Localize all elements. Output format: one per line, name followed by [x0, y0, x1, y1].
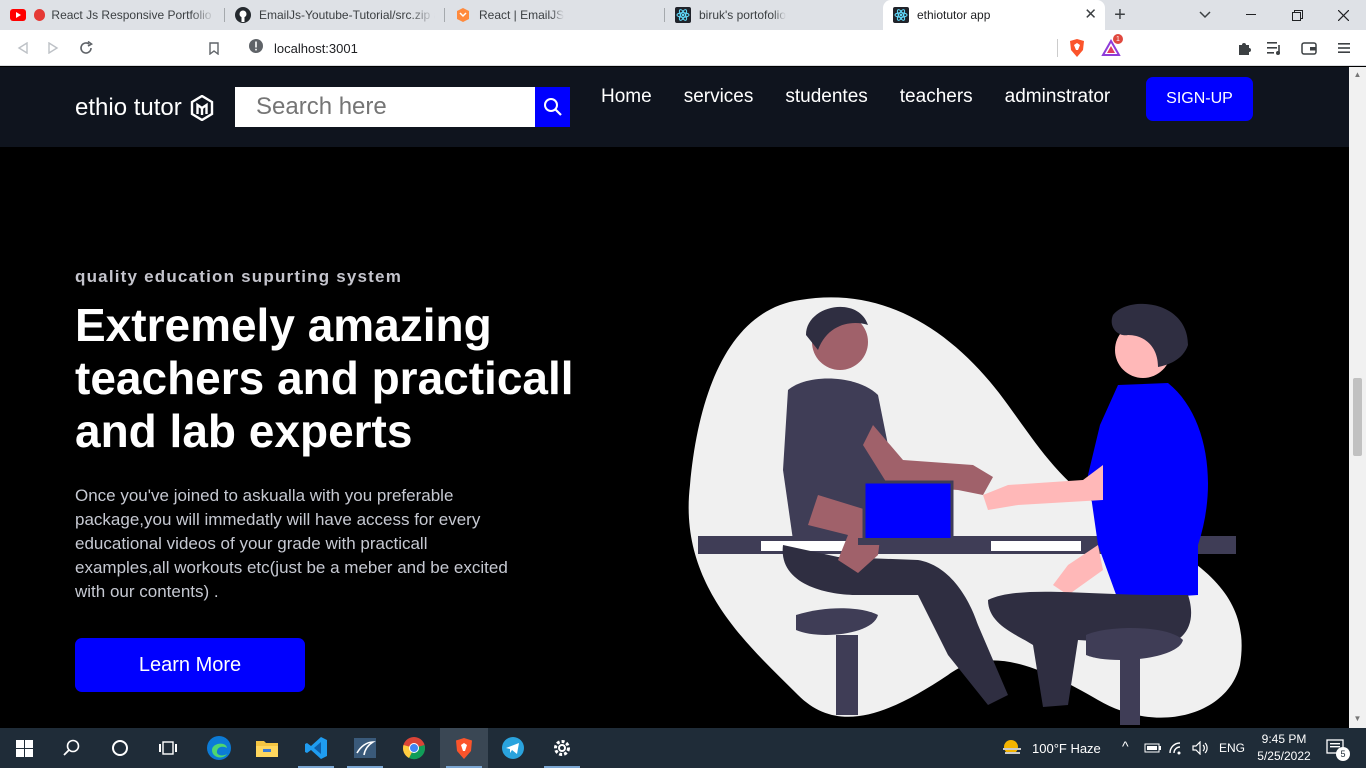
edge-icon[interactable]	[195, 728, 243, 768]
scroll-down-arrow-icon[interactable]: ▼	[1353, 714, 1362, 723]
nav-link-teachers[interactable]: teachers	[900, 87, 973, 107]
notification-center-icon[interactable]: 5	[1318, 728, 1354, 768]
mysql-workbench-icon[interactable]	[341, 728, 389, 768]
new-tab-button[interactable]: +	[1105, 0, 1135, 30]
search-button[interactable]	[535, 87, 570, 127]
windows-logo-icon	[15, 739, 33, 757]
reload-button[interactable]	[76, 38, 96, 58]
language-indicator[interactable]: ENG	[1219, 741, 1245, 755]
omnibox-divider	[1057, 39, 1058, 57]
github-icon	[235, 7, 251, 23]
nav-link-services[interactable]: services	[684, 87, 754, 107]
minimize-button[interactable]	[1228, 0, 1274, 30]
scroll-thumb[interactable]	[1353, 378, 1362, 456]
browser-toolbar: localhost:3001 1	[0, 30, 1366, 66]
tab-title: React | EmailJS	[479, 8, 565, 22]
browser-tab[interactable]: EmailJs-Youtube-Tutorial/src.zip at	[225, 0, 445, 30]
page-scrollbar[interactable]: ▲ ▼	[1349, 67, 1366, 728]
browser-tab-strip: React Js Responsive Portfolio w EmailJs-…	[0, 0, 1366, 30]
address-bar[interactable]: localhost:3001	[238, 34, 1058, 62]
notification-count-badge: 5	[1336, 747, 1350, 761]
windows-taskbar: 100°F Haze ^ ENG 9:45 PM 5/25/2022 5	[0, 728, 1366, 768]
browser-tab-active[interactable]: ethiotutor app ✕	[883, 0, 1105, 30]
settings-gear-icon[interactable]	[538, 728, 586, 768]
forward-button[interactable]	[44, 38, 64, 58]
tab-title: biruk's portofolio	[699, 8, 786, 22]
hero-description: Once you've joined to askualla with you …	[75, 486, 508, 601]
page-viewport: ethio tutor Home services studentes teac…	[0, 67, 1349, 728]
recording-dot-icon	[34, 9, 46, 21]
battery-icon[interactable]	[1142, 728, 1164, 768]
signup-button[interactable]: SIGN-UP	[1146, 77, 1253, 121]
hero-section: quality education supurting system Extre…	[0, 147, 1349, 728]
brave-rewards-icon[interactable]: 1	[1101, 34, 1123, 58]
tab-search-icon[interactable]	[1182, 0, 1228, 30]
playlist-icon[interactable]	[1265, 38, 1285, 58]
close-tab-icon[interactable]: ✕	[1084, 7, 1097, 23]
tab-title: React Js Responsive Portfolio w	[51, 8, 215, 22]
extensions-icon[interactable]	[1234, 38, 1254, 58]
wallet-icon[interactable]	[1299, 38, 1319, 58]
logo-icon	[190, 95, 213, 121]
hero-eyebrow: quality education supurting system	[75, 267, 403, 286]
brave-shields-icon[interactable]	[1067, 38, 1087, 58]
browser-tab[interactable]: biruk's portofolio	[665, 0, 883, 30]
search-taskbar-icon[interactable]	[48, 728, 96, 768]
close-window-button[interactable]	[1320, 0, 1366, 30]
rewards-badge: 1	[1113, 34, 1123, 44]
nav-link-home[interactable]: Home	[601, 87, 652, 107]
tab-title: ethiotutor app	[917, 8, 991, 22]
search-input[interactable]	[235, 87, 535, 127]
nav-link-administrator[interactable]: adminstrator	[1005, 87, 1111, 107]
clock-date[interactable]: 5/25/2022	[1254, 749, 1314, 763]
illustration-laptop	[862, 480, 954, 542]
menu-icon[interactable]	[1334, 38, 1354, 58]
cortana-icon[interactable]	[96, 728, 144, 768]
nav-link-students[interactable]: studentes	[785, 87, 867, 107]
telegram-icon[interactable]	[489, 728, 537, 768]
back-button[interactable]	[12, 38, 32, 58]
vscode-icon[interactable]	[292, 728, 340, 768]
browser-tab[interactable]: React | EmailJS	[445, 0, 665, 30]
start-button[interactable]	[0, 728, 48, 768]
search-icon	[543, 98, 562, 116]
hero-headline: Extremely amazing teachers and practical…	[75, 299, 574, 457]
emailjs-icon	[455, 7, 471, 23]
show-hidden-icons-chevron-icon[interactable]: ^	[1122, 738, 1129, 754]
volume-icon[interactable]	[1190, 728, 1212, 768]
react-icon	[893, 7, 909, 23]
handshake-illustration	[688, 297, 1242, 725]
youtube-icon	[10, 7, 26, 23]
restore-button[interactable]	[1274, 0, 1320, 30]
tab-title: EmailJs-Youtube-Tutorial/src.zip at	[259, 8, 435, 22]
clock-time[interactable]: 9:45 PM	[1258, 732, 1310, 746]
brave-browser-icon[interactable]	[440, 728, 488, 768]
logo-text: ethio tutor	[75, 94, 182, 121]
site-navbar: ethio tutor Home services studentes teac…	[0, 67, 1349, 147]
wifi-icon[interactable]	[1166, 728, 1188, 768]
url-text: localhost:3001	[274, 40, 358, 56]
weather-haze-icon[interactable]	[998, 728, 1026, 768]
site-logo[interactable]: ethio tutor	[75, 94, 214, 122]
site-info-icon[interactable]	[238, 38, 264, 59]
weather-text[interactable]: 100°F Haze	[1032, 741, 1101, 756]
scroll-up-arrow-icon[interactable]: ▲	[1353, 70, 1362, 79]
task-view-icon[interactable]	[144, 728, 192, 768]
chrome-icon[interactable]	[390, 728, 438, 768]
file-explorer-icon[interactable]	[243, 728, 291, 768]
search-bar	[235, 87, 570, 127]
learn-more-button[interactable]: Learn More	[75, 638, 305, 692]
react-icon	[675, 7, 691, 23]
nav-links: Home services studentes teachers adminst…	[601, 87, 1142, 107]
browser-tab[interactable]: React Js Responsive Portfolio w	[0, 0, 225, 30]
bookmark-icon[interactable]	[204, 38, 224, 58]
